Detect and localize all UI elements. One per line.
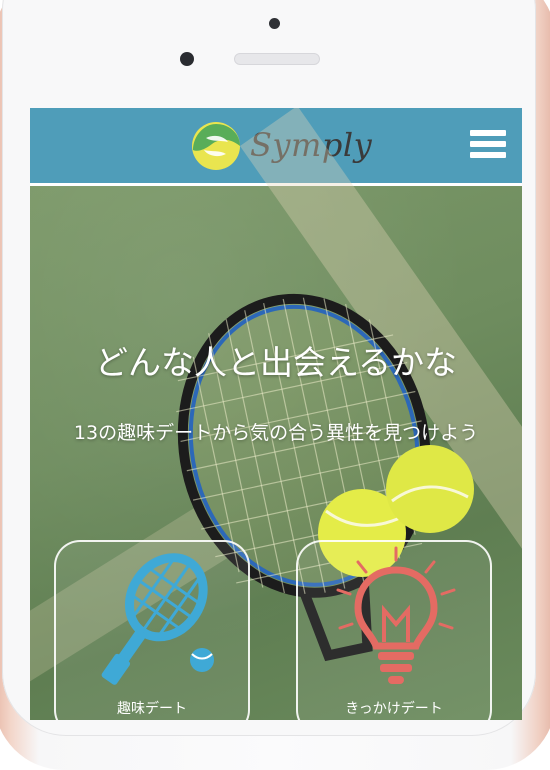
hobby-date-card[interactable]: 趣味デート — [54, 540, 250, 720]
logo-icon — [192, 122, 240, 170]
menu-bar — [470, 130, 506, 136]
phone-screen: Symply どんな人と出会えるかな 13の趣味デートから気の合う異性を見つけよ… — [30, 108, 522, 720]
hero-subline: 13の趣味デートから気の合う異性を見つけよう — [73, 422, 479, 444]
hero-headline: どんな人と出会えるかな — [94, 343, 457, 382]
proximity-sensor — [269, 18, 280, 29]
lightbulb-icon — [336, 546, 456, 684]
hero-section: どんな人と出会えるかな 13の趣味デートから気の合う異性を見つけよう 趣味デート… — [30, 108, 522, 720]
earpiece-speaker — [234, 53, 320, 65]
front-camera — [180, 52, 194, 66]
menu-bar — [470, 141, 506, 147]
trigger-date-card[interactable]: きっかけデート — [296, 540, 492, 720]
trigger-date-label: きっかけデート — [345, 701, 443, 717]
hobby-date-label: 趣味デート — [117, 701, 187, 717]
hamburger-menu-button[interactable] — [470, 130, 506, 164]
tennis-racket-icon — [101, 553, 214, 685]
menu-bar — [470, 152, 506, 158]
